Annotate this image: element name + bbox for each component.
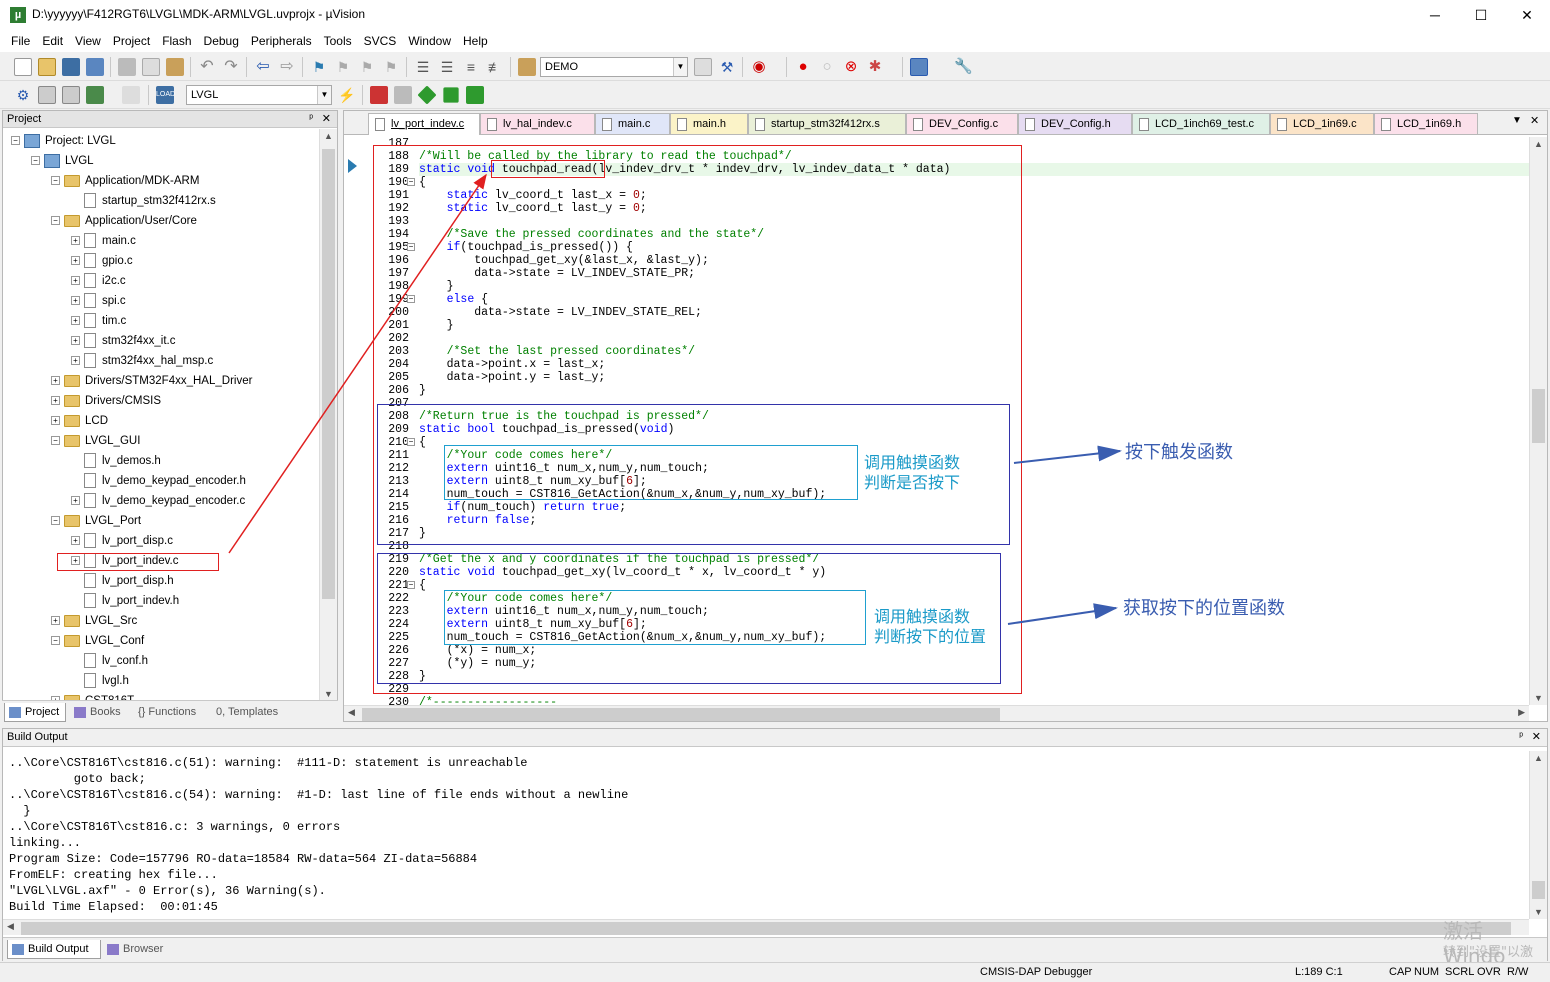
status-ovr: OVR	[1477, 966, 1501, 978]
status-scrl: SCRL	[1445, 966, 1475, 978]
status-debugger: CMSIS-DAP Debugger	[980, 966, 1093, 978]
build-output-title: Build Output	[7, 731, 68, 743]
build-hscroll-thumb[interactable]	[21, 922, 1511, 935]
red-arrow-line	[228, 173, 487, 554]
scroll-left-icon[interactable]: ◀	[7, 921, 14, 932]
status-cap: CAP	[1389, 966, 1412, 978]
status-rw: R/W	[1507, 966, 1529, 978]
status-num: NUM	[1414, 966, 1440, 978]
tab-browser[interactable]: Browser	[103, 940, 169, 959]
blue-arrow-1	[1013, 445, 1122, 464]
tab-build-output[interactable]: Build Output	[7, 940, 101, 959]
build-output-header: Build Output ᵖ ✕	[3, 729, 1547, 747]
status-bar: CMSIS-DAP Debugger L:189 C:1 CAP NUM SCR…	[0, 962, 1550, 982]
build-output-panel: Build Output ᵖ ✕ ..\Core\CST816T\cst816.…	[2, 728, 1548, 961]
activation-watermark-sub: 转到"设置"以激	[1443, 945, 1533, 960]
browser-icon	[107, 944, 119, 955]
build-output-text[interactable]: ..\Core\CST816T\cst816.c(51): warning: #…	[9, 755, 628, 915]
build-output-hscrollbar[interactable]: ◀	[3, 919, 1529, 935]
status-cursor-position: L:189 C:1	[1295, 966, 1343, 978]
pin-icon[interactable]: ᵖ	[1519, 729, 1523, 745]
build-panel-tabs: Build Output Browser	[3, 937, 1547, 961]
blue-arrow-2	[1007, 603, 1118, 625]
build-output-tab-icon	[12, 944, 24, 955]
close-icon[interactable]: ✕	[1532, 729, 1541, 745]
scroll-up-icon[interactable]: ▲	[1534, 753, 1543, 763]
build-output-vscrollbar[interactable]: ▲ ▼	[1529, 751, 1547, 919]
build-vscroll-thumb[interactable]	[1532, 881, 1545, 899]
